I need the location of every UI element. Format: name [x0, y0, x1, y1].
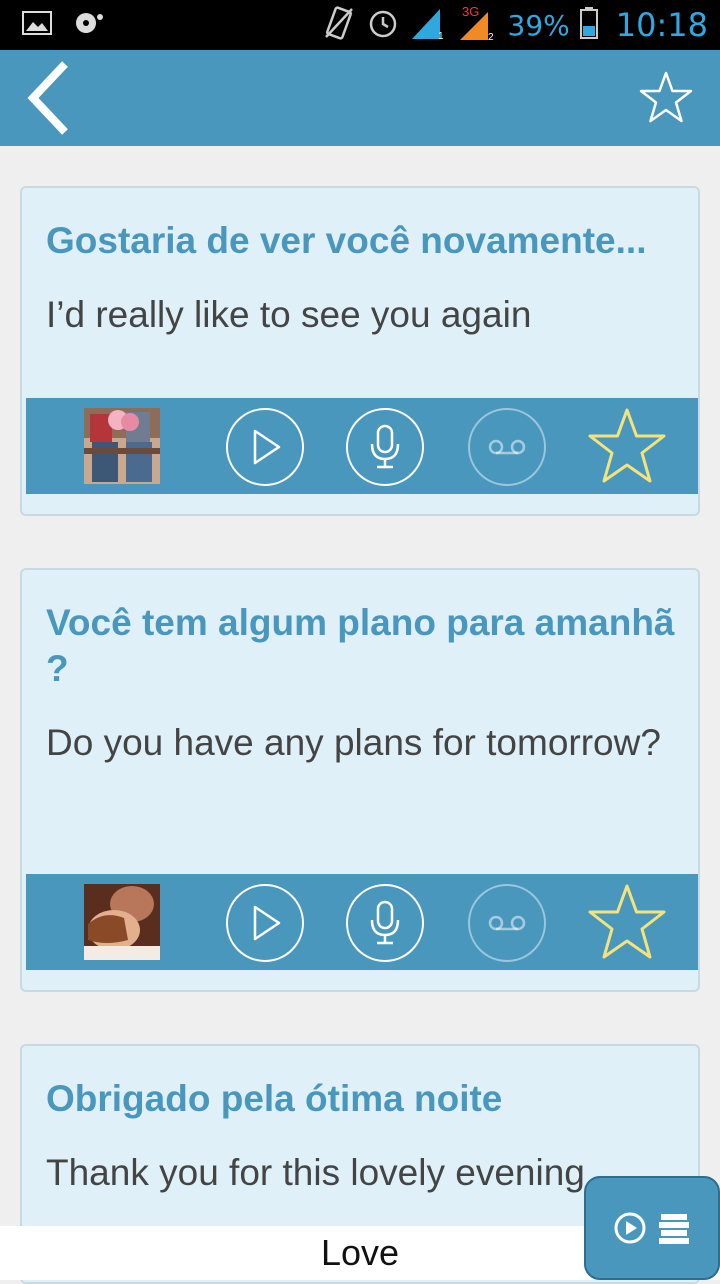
microphone-icon [370, 900, 400, 945]
favorite-phrase-button[interactable] [586, 406, 668, 486]
star-outline-icon [588, 884, 666, 959]
svg-text:1: 1 [438, 31, 444, 41]
play-circle-icon [614, 1212, 646, 1244]
signal-sim2-icon: 3G 2 [458, 4, 498, 46]
gallery-icon [22, 11, 52, 39]
play-icon [253, 905, 281, 941]
media-disc-icon [74, 9, 104, 41]
voicemail-icon [488, 915, 526, 931]
vibrate-icon [322, 5, 356, 45]
status-bar: 1 3G 2 39% 10:18 [0, 0, 720, 50]
phrase-card[interactable]: Você tem algum plano para amanhã ? Do yo… [20, 568, 700, 992]
battery-percent: 39% [507, 8, 570, 42]
battery-icon [579, 7, 598, 43]
star-outline-icon [588, 408, 666, 483]
phrase-card[interactable]: Gostaria de ver você novamente... I’d re… [20, 186, 700, 516]
phrase-title: Gostaria de ver você novamente... [46, 220, 647, 261]
svg-text:2: 2 [488, 32, 494, 42]
phrase-title: Obrigado pela ótima noite [46, 1078, 503, 1119]
phrase-image [84, 408, 160, 484]
phrase-action-bar [26, 874, 698, 970]
alarm-icon [366, 6, 400, 44]
phrase-title: Você tem algum plano para amanhã ? [46, 602, 675, 689]
phrase-image [84, 884, 160, 960]
signal-sim1-icon: 1 [410, 5, 448, 45]
back-button[interactable] [18, 60, 78, 136]
microphone-icon [370, 424, 400, 469]
favorites-button[interactable] [638, 70, 694, 126]
play-button[interactable] [226, 408, 304, 486]
play-icon [253, 429, 281, 465]
play-all-button[interactable] [584, 1176, 720, 1280]
play-button[interactable] [226, 884, 304, 962]
svg-text:3G: 3G [462, 4, 479, 19]
category-label: Love [320, 1232, 400, 1273]
favorite-phrase-button[interactable] [586, 882, 668, 962]
playback-recording-button[interactable] [468, 884, 546, 962]
chevron-left-icon [27, 61, 68, 135]
record-button[interactable] [346, 884, 424, 962]
star-outline-icon [639, 71, 693, 123]
clock: 10:18 [615, 6, 708, 44]
playback-recording-button[interactable] [468, 408, 546, 486]
phrase-action-bar [26, 398, 698, 494]
record-button[interactable] [346, 408, 424, 486]
voicemail-icon [488, 439, 526, 455]
app-bar [0, 50, 720, 146]
list-icon [659, 1214, 689, 1244]
phrase-translation: Do you have any plans for tomorrow? [46, 722, 661, 763]
phrase-translation: I’d really like to see you again [46, 294, 532, 335]
